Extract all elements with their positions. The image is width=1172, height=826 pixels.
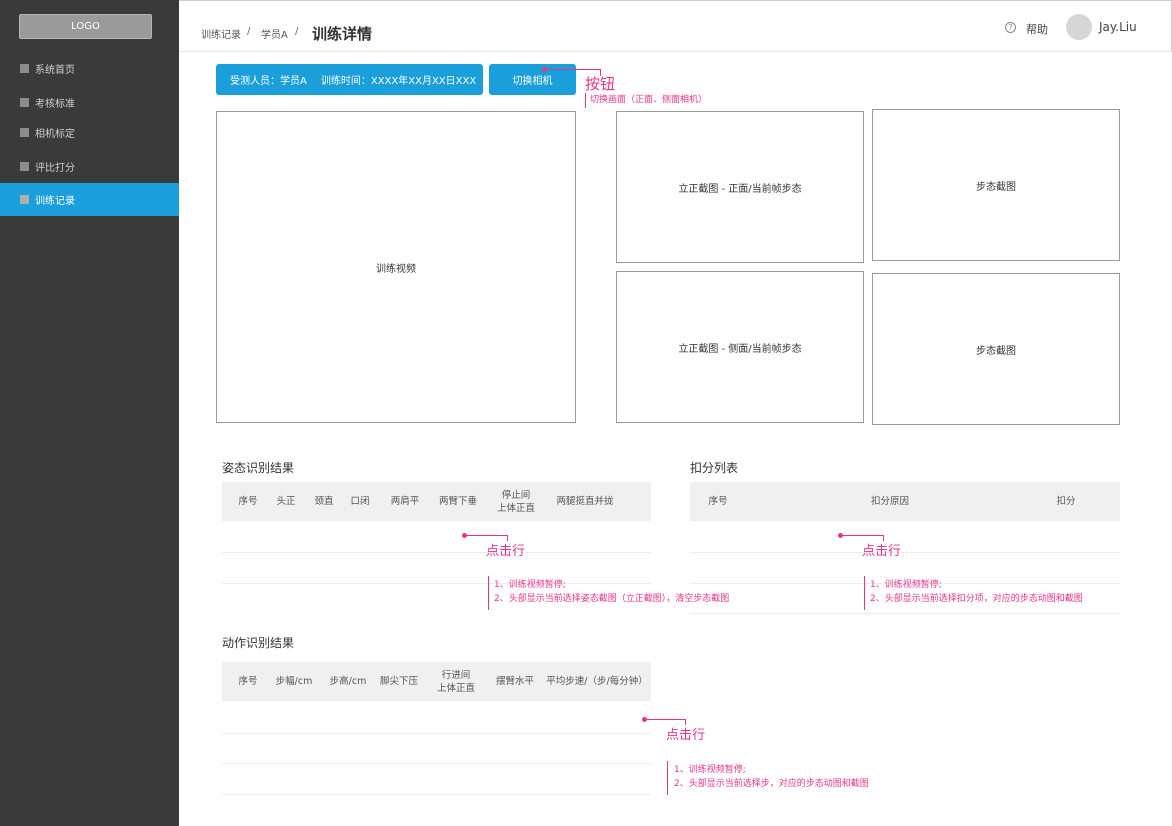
sidebar-item-label: 考核标准	[35, 99, 75, 110]
posture-table-header: 序号 头正 颈直 口闭 两肩平 两臂下垂 停止间 上体正直 两腿挺直并拢	[222, 482, 651, 521]
help-icon[interactable]: ?	[1005, 22, 1016, 33]
gait-snapshot-panel-1: 步态截图	[872, 109, 1120, 261]
breadcrumb-training-records[interactable]: 训练记录	[201, 26, 241, 41]
training-video-label: 训练视频	[376, 263, 416, 275]
front-snapshot-panel: 立正截图 - 正面/当前帧步态	[616, 111, 864, 263]
breadcrumb-separator: /	[247, 26, 251, 37]
menu-square-icon	[20, 98, 29, 107]
annotation-button-desc: 切换画面（正面、侧面相机）	[590, 95, 708, 105]
annotation-click-row: 点击行	[486, 544, 526, 559]
annotation-connector	[842, 535, 884, 536]
sidebar-item-camera-calibration[interactable]: 相机标定	[0, 116, 179, 149]
column-header: 两臂下垂	[438, 496, 477, 507]
column-header: 扣分	[1056, 496, 1076, 507]
deduction-table-header: 序号 扣分原因 扣分	[690, 482, 1120, 521]
front-snapshot-label: 立正截图 - 正面/当前帧步态	[678, 183, 802, 195]
help-link[interactable]: 帮助	[1026, 21, 1048, 37]
table-row[interactable]	[222, 552, 651, 553]
table-row[interactable]	[222, 733, 651, 734]
column-header: 序号	[238, 676, 258, 687]
table-row[interactable]	[690, 613, 1120, 614]
header: 训练记录 / 学员A / 训练详情 ? 帮助 Jay.Liu	[179, 0, 1172, 52]
sidebar-item-standards[interactable]: 考核标准	[0, 86, 179, 119]
sidebar: LOGO 系统首页 考核标准 相机标定 评比打分 训练记录	[0, 0, 179, 826]
breadcrumb-separator: /	[295, 26, 299, 37]
posture-section-title: 姿态识别结果	[222, 461, 295, 475]
gait-snapshot-label: 步态截图	[976, 181, 1016, 193]
menu-square-icon	[20, 64, 29, 73]
training-time: 训练时间：XXXX年XX月XX日XXX	[320, 76, 477, 87]
gait-snapshot-panel-2: 步态截图	[872, 273, 1120, 425]
action-section-title: 动作识别结果	[222, 636, 295, 650]
tested-person: 受测人员：学员A	[230, 76, 307, 87]
avatar[interactable]	[1066, 14, 1092, 40]
annotation-click-row: 点击行	[862, 544, 902, 559]
column-header: 两肩平	[390, 496, 420, 507]
breadcrumb-student[interactable]: 学员A	[261, 26, 288, 41]
column-header: 头正	[276, 496, 296, 507]
action-table-header: 序号 步幅/cm 步高/cm 脚尖下压 行进间 上体正直 摆臂水平 平均步速/（…	[222, 662, 651, 701]
column-header: 摆臂水平	[495, 676, 534, 687]
column-header: 两腿挺直并拢	[556, 496, 614, 507]
column-header: 序号	[238, 496, 258, 507]
column-header: 序号	[708, 496, 728, 507]
menu-square-icon	[20, 195, 29, 204]
column-header: 行进间 上体正直	[436, 669, 475, 694]
annotation-connector	[585, 93, 586, 108]
annotation-connector	[667, 761, 668, 795]
logo: LOGO	[19, 14, 152, 39]
annotation-connector	[488, 576, 489, 610]
annotation-connector	[646, 719, 686, 720]
annotation-action-note-2: 2、头部显示当前选择步，对应的步态动图和截图	[674, 779, 869, 789]
side-snapshot-panel: 立正截图 - 侧面/当前帧步态	[616, 271, 864, 423]
username[interactable]: Jay.Liu	[1099, 20, 1137, 34]
sidebar-item-training-records[interactable]: 训练记录	[0, 183, 179, 216]
column-header: 步幅/cm	[275, 676, 313, 687]
page-title: 训练详情	[312, 25, 373, 43]
annotation-deduction-note-1: 1、训练视频暂停;	[870, 580, 942, 590]
annotation-connector	[466, 535, 508, 536]
annotation-button-title: 按钮	[585, 75, 616, 93]
annotation-connector	[546, 69, 600, 70]
annotation-click-row: 点击行	[666, 728, 706, 743]
table-row[interactable]	[222, 583, 651, 584]
column-header: 平均步速/（步/每分钟）	[546, 676, 648, 687]
sidebar-item-label: 相机标定	[35, 129, 75, 140]
table-row[interactable]	[690, 552, 1120, 553]
sidebar-item-label: 训练记录	[35, 196, 75, 207]
sidebar-item-scoring[interactable]: 评比打分	[0, 150, 179, 183]
column-header: 颈直	[314, 496, 334, 507]
annotation-deduction-note-2: 2、头部显示当前选择扣分项，对应的步态动图和截图	[870, 594, 1083, 604]
info-bar: 受测人员：学员A 训练时间：XXXX年XX月XX日XXX	[216, 64, 483, 95]
sidebar-item-home[interactable]: 系统首页	[0, 52, 179, 85]
column-header: 脚尖下压	[379, 676, 418, 687]
annotation-posture-note-1: 1、训练视频暂停;	[494, 580, 566, 590]
column-header: 停止间 上体正直	[496, 489, 535, 514]
column-header: 口闭	[350, 496, 370, 507]
deduction-section-title: 扣分列表	[690, 461, 739, 475]
menu-square-icon	[20, 162, 29, 171]
sidebar-item-label: 系统首页	[35, 65, 75, 76]
annotation-action-note-1: 1、训练视频暂停;	[674, 765, 746, 775]
app-root: LOGO 系统首页 考核标准 相机标定 评比打分 训练记录 训练记录 / 学员A…	[0, 0, 1172, 826]
menu-square-icon	[20, 128, 29, 137]
gait-snapshot-label: 步态截图	[976, 345, 1016, 357]
column-header: 步高/cm	[329, 676, 367, 687]
side-snapshot-label: 立正截图 - 侧面/当前帧步态	[678, 343, 802, 355]
sidebar-item-label: 评比打分	[35, 163, 75, 174]
training-video-panel[interactable]: 训练视频	[216, 111, 576, 423]
table-row[interactable]	[222, 794, 651, 795]
column-header: 扣分原因	[870, 496, 909, 507]
table-row[interactable]	[222, 763, 651, 764]
annotation-connector	[864, 576, 865, 610]
annotation-posture-note-2: 2、头部显示当前选择姿态截图（立正截图），清空步态截图	[494, 594, 730, 604]
